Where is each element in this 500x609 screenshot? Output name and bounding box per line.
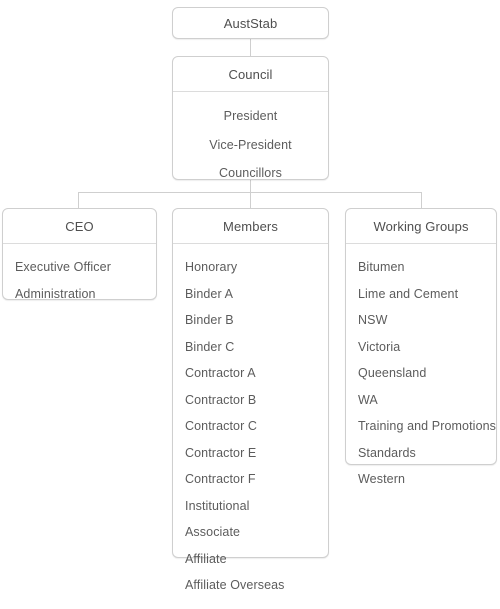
list-item[interactable]: WA [346,387,496,414]
list-item[interactable]: Contractor E [173,440,328,467]
connector-drop-ceo [78,192,79,208]
org-chart: AustStab Council President Vice-Presiden… [0,0,500,591]
list-item[interactable]: Contractor F [173,466,328,493]
list-item[interactable]: Executive Officer [3,254,156,281]
node-ceo-body: Executive Officer Administration [3,244,156,317]
list-item[interactable]: Contractor B [173,387,328,414]
node-council-title: Council [173,57,328,92]
list-item[interactable]: Bitumen [346,254,496,281]
node-ceo[interactable]: CEO Executive Officer Administration [2,208,157,300]
connector-drop-working-groups [421,192,422,208]
list-item[interactable]: Binder C [173,334,328,361]
list-item[interactable]: Queensland [346,360,496,387]
list-item[interactable]: Affiliate [173,546,328,573]
node-auststab-title: AustStab [223,16,278,31]
list-item[interactable]: Victoria [346,334,496,361]
list-item[interactable]: Training and Promotions [346,413,496,440]
node-auststab[interactable]: AustStab [172,7,329,39]
list-item[interactable]: Associate [173,519,328,546]
list-item[interactable]: Administration [3,281,156,308]
list-item[interactable]: Western [346,466,496,493]
list-item[interactable]: Contractor A [173,360,328,387]
node-council[interactable]: Council President Vice-President Council… [172,56,329,180]
node-working-groups-body: Bitumen Lime and Cement NSW Victoria Que… [346,244,496,503]
node-working-groups-title: Working Groups [346,209,496,244]
list-item[interactable]: Affiliate Overseas [173,572,328,599]
list-item[interactable]: Councillors [173,159,328,188]
node-members-body: Honorary Binder A Binder B Binder C Cont… [173,244,328,609]
connector-root-to-council [250,39,251,56]
list-item[interactable]: Binder A [173,281,328,308]
node-working-groups[interactable]: Working Groups Bitumen Lime and Cement N… [345,208,497,485]
list-item[interactable]: Vice-President [173,131,328,160]
list-item[interactable]: President [173,102,328,131]
node-ceo-title: CEO [3,209,156,244]
node-members-title: Members [173,209,328,244]
list-item[interactable]: Honorary [173,254,328,281]
node-members[interactable]: Members Honorary Binder A Binder B Binde… [172,208,329,591]
list-item[interactable]: Lime and Cement [346,281,496,308]
list-item[interactable]: Contractor C [173,413,328,440]
list-item[interactable]: Standards [346,440,496,467]
list-item[interactable]: Binder B [173,307,328,334]
node-council-body: President Vice-President Councillors [173,92,328,198]
list-item[interactable]: Institutional [173,493,328,520]
list-item[interactable]: NSW [346,307,496,334]
